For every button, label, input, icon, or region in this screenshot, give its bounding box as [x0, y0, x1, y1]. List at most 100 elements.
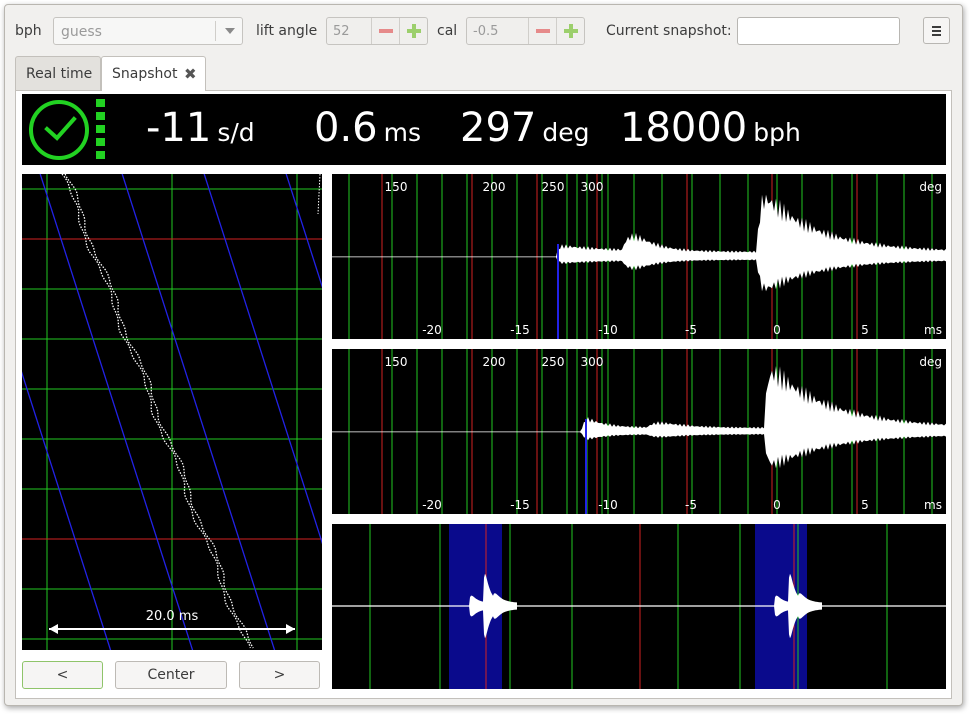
- cal-label: cal: [437, 23, 458, 39]
- lift-angle-decrement-button[interactable]: [371, 18, 400, 44]
- scale-bar-arrow-right: [286, 624, 295, 634]
- ms-tick: -10: [598, 498, 618, 512]
- amplitude-readout: 297 deg: [460, 108, 589, 153]
- bph-unit: bph: [753, 118, 801, 147]
- minus-icon: [379, 29, 393, 33]
- signal-led: [96, 112, 105, 120]
- clock-icon: [29, 100, 89, 160]
- bph-label: bph: [15, 23, 42, 39]
- trace-path: [317, 174, 321, 215]
- deg-tick: 250: [542, 180, 565, 194]
- ms-tick: 0: [773, 498, 781, 512]
- waveform-toc-panel: 150 200 250 300 deg -20 -15 -10 -5 0 5 m…: [332, 349, 946, 514]
- deg-tick: 250: [542, 355, 565, 369]
- ms-unit-label: ms: [924, 323, 942, 337]
- trace-path: [61, 174, 251, 649]
- center-button[interactable]: Center: [115, 661, 227, 689]
- ms-tick: -5: [685, 323, 697, 337]
- rate-readout: -11 s/d: [146, 108, 255, 153]
- hamburger-icon-line2: [932, 30, 941, 32]
- guide-line: [22, 371, 112, 650]
- status-bar: -11 s/d 0.6 ms 297 deg 18000 bph: [22, 94, 946, 165]
- cal-decrement-button[interactable]: [528, 18, 557, 44]
- paperstrip-grid: [22, 174, 322, 650]
- deg-tick: 200: [483, 355, 506, 369]
- guide-line: [121, 174, 276, 650]
- lift-angle-spin[interactable]: 52: [326, 17, 428, 45]
- plus-icon-vertical: [412, 24, 416, 38]
- deg-tick: 300: [581, 355, 604, 369]
- snapshot-name-input[interactable]: [737, 17, 900, 45]
- waveform-tic-panel: 150 200 250 300 deg -20 -15 -10 -5 0 5 m…: [332, 174, 946, 339]
- ms-tick: -5: [685, 498, 697, 512]
- minus-icon: [536, 29, 550, 33]
- ms-tick: 0: [773, 323, 781, 337]
- ms-tick: -20: [422, 323, 442, 337]
- menu-button[interactable]: [923, 17, 950, 44]
- bph-readout: 18000 bph: [620, 108, 801, 153]
- snapshot-page: -11 s/d 0.6 ms 297 deg 18000 bph 20.0 ms…: [15, 90, 952, 699]
- scale-bar-label: 20.0 ms: [146, 609, 199, 624]
- toolbar: bph guess lift angle 52 cal -0.5 Current…: [5, 5, 962, 55]
- app-window: bph guess lift angle 52 cal -0.5 Current…: [4, 4, 963, 706]
- cal-increment-button[interactable]: [556, 18, 585, 44]
- waveform-toc-signal: [332, 366, 946, 469]
- tab-snapshot[interactable]: Snapshot ✖: [101, 56, 206, 91]
- deg-tick: 300: [581, 180, 604, 194]
- ms-tick: 5: [861, 323, 869, 337]
- waveform-tic-signal: [332, 194, 946, 292]
- beat-error-value: 0.6: [314, 105, 378, 151]
- tab-snapshot-label: Snapshot: [112, 66, 178, 82]
- hamburger-icon-line3: [932, 34, 941, 36]
- deg-unit-label: deg: [919, 355, 942, 369]
- deg-tick: 150: [385, 355, 408, 369]
- ms-unit-label: ms: [924, 498, 942, 512]
- lift-angle-label: lift angle: [256, 23, 318, 39]
- previous-button[interactable]: <: [22, 661, 103, 689]
- waveform-toc-plot: 150 200 250 300 deg -20 -15 -10 -5 0 5 m…: [332, 349, 946, 514]
- beat-error-readout: 0.6 ms: [314, 108, 421, 153]
- ms-tick: -10: [598, 323, 618, 337]
- ms-tick: -15: [510, 498, 530, 512]
- deg-unit-label: deg: [919, 180, 942, 194]
- beat-error-unit: ms: [383, 118, 422, 147]
- ms-tick: -15: [510, 323, 530, 337]
- paperstrip-panel[interactable]: 20.0 ms: [22, 174, 322, 650]
- rate-unit: s/d: [217, 118, 255, 147]
- combo-separator: [215, 21, 216, 41]
- signal-led: [96, 125, 105, 133]
- paperstrip-trace: [61, 174, 321, 649]
- signal-led: [96, 151, 105, 159]
- plus-icon-vertical: [569, 24, 573, 38]
- guide-line: [285, 174, 322, 289]
- ms-tick: 5: [861, 498, 869, 512]
- close-icon[interactable]: ✖: [184, 65, 197, 83]
- signal-led: [96, 138, 105, 146]
- paperstrip-plot: 20.0 ms: [22, 174, 322, 650]
- cal-spin[interactable]: -0.5: [466, 17, 585, 45]
- amplitude-unit: deg: [542, 118, 590, 147]
- lift-angle-value[interactable]: 52: [333, 24, 350, 39]
- bph-combo[interactable]: guess: [53, 17, 243, 45]
- deg-tick: 200: [483, 180, 506, 194]
- current-snapshot-label: Current snapshot:: [606, 23, 732, 39]
- next-button[interactable]: >: [239, 661, 320, 689]
- trace-path: [64, 174, 254, 649]
- lift-angle-increment-button[interactable]: [399, 18, 428, 44]
- tab-real-time-label: Real time: [26, 66, 93, 82]
- deg-tick: 150: [385, 180, 408, 194]
- tab-real-time[interactable]: Real time: [15, 56, 101, 90]
- bph-combo-text: guess: [61, 24, 102, 40]
- bph-value: 18000: [620, 105, 748, 151]
- hamburger-icon: [932, 26, 941, 28]
- waveform-tic-plot: 150 200 250 300 deg -20 -15 -10 -5 0 5 m…: [332, 174, 946, 339]
- cal-value[interactable]: -0.5: [473, 24, 498, 39]
- rate-value: -11: [146, 105, 212, 151]
- scale-bar-arrow-left: [49, 624, 58, 634]
- ms-tick: -20: [422, 498, 442, 512]
- amplitude-value: 297: [460, 105, 537, 151]
- period-overview-panel: [332, 524, 946, 689]
- guide-line: [203, 174, 322, 545]
- chevron-down-icon[interactable]: [225, 28, 235, 34]
- signal-led: [96, 99, 105, 107]
